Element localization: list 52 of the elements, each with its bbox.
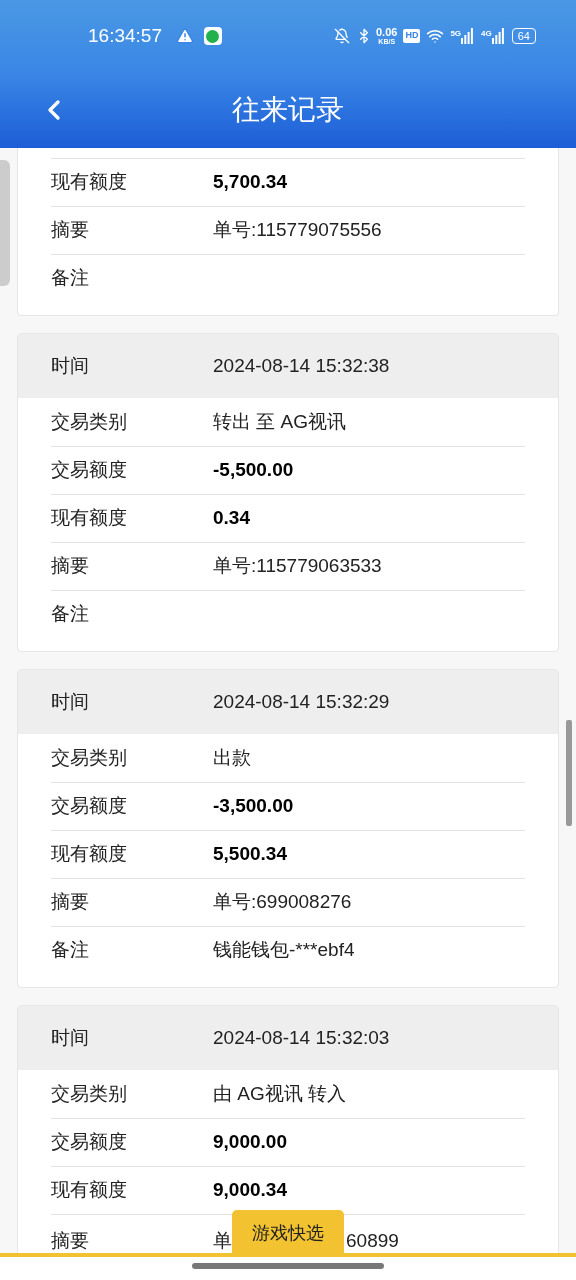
row-value: 0.34: [213, 506, 250, 531]
row-label: 备注: [51, 938, 90, 963]
header-value: 2024-08-14 15:32:29: [213, 689, 390, 714]
row-label: 交易类别: [51, 1081, 128, 1106]
net-speed: 0.06: [376, 27, 398, 38]
row-label: 现有额度: [51, 506, 128, 531]
row-value: 出款: [213, 745, 251, 770]
row-value: 由 AG视讯 转入: [213, 1081, 346, 1106]
header-label: 时间: [51, 689, 90, 714]
status-time: 16:34:57: [88, 23, 162, 48]
row-value: 钱能钱包-***ebf4: [213, 938, 355, 963]
row-value: -5,500.00: [213, 458, 294, 483]
row-value: 9,000.00: [213, 1130, 287, 1155]
row-value: 5,500.34: [213, 842, 287, 867]
bell-off-icon: [334, 28, 350, 44]
hd-badge: HD: [403, 29, 421, 43]
page-title: 往来记录: [232, 93, 344, 127]
row-label: 现有额度: [51, 842, 128, 867]
network-type: 4G: [481, 28, 492, 40]
header-value: 2024-08-14 15:32:38: [213, 353, 390, 378]
battery-icon: 64: [511, 28, 536, 44]
wifi-icon: [426, 27, 445, 45]
row-value: 单: [213, 1229, 232, 1253]
row-label: 交易类别: [51, 745, 128, 770]
network-type: 5G: [450, 28, 462, 40]
row-label: 备注: [51, 602, 90, 627]
row-value: -3,500.00: [213, 794, 294, 819]
row-value: 单号:115779063533: [213, 554, 382, 579]
row-label: 摘要: [51, 890, 90, 915]
row-value: 单号:699008276: [213, 890, 352, 915]
signal-icon: [461, 28, 474, 44]
row-label: 交易额度: [51, 794, 128, 819]
row-label: 现有额度: [51, 1178, 128, 1203]
row-value: 60899: [346, 1229, 399, 1253]
row-value: 9,000.34: [213, 1178, 287, 1203]
row-value: 5,700.34: [213, 170, 287, 195]
row-label: 摘要: [51, 218, 90, 243]
row-label: 交易额度: [51, 1130, 128, 1155]
header-label: 时间: [51, 353, 90, 378]
row-label: 备注: [51, 266, 90, 291]
row-label: 交易额度: [51, 458, 128, 483]
warning-icon: [175, 27, 194, 45]
header-label: 时间: [51, 1025, 90, 1050]
row-value: 单号:115779075556: [213, 218, 382, 243]
row-label: 现有额度: [51, 170, 128, 195]
row-label: 摘要: [51, 1229, 90, 1253]
row-label: 交易类别: [51, 409, 128, 434]
header-value: 2024-08-14 15:32:03: [213, 1025, 390, 1050]
signal-icon: [491, 28, 504, 44]
chat-app-icon: [203, 27, 222, 45]
row-value: 转出 至 AG视讯: [213, 409, 346, 434]
row-label: 摘要: [51, 554, 90, 579]
